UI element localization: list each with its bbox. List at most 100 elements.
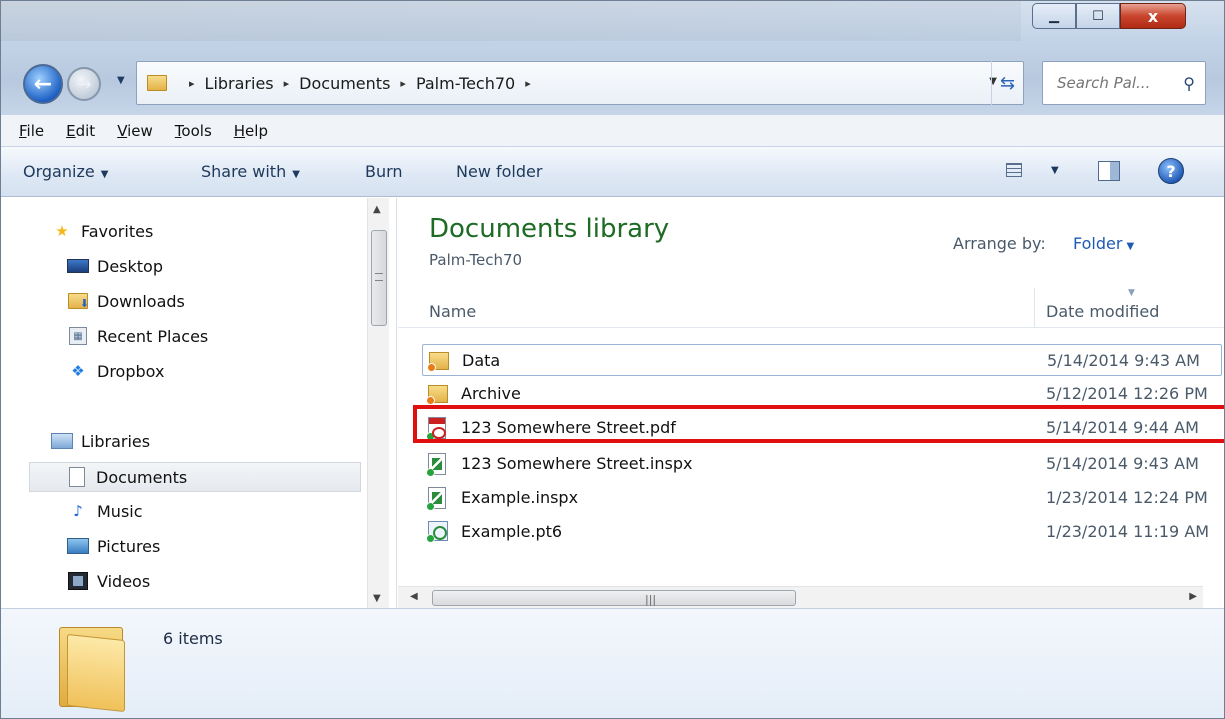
back-button[interactable]: ← — [23, 64, 63, 104]
file-date: 1/23/2014 11:19 AM — [1046, 522, 1210, 541]
scroll-down-arrow-icon[interactable]: ▼ — [373, 593, 381, 604]
view-options-dropdown-icon[interactable]: ▼ — [1051, 165, 1059, 176]
details-pane: 6 items — [1, 608, 1224, 718]
scroll-up-arrow-icon[interactable]: ▲ — [373, 204, 381, 215]
navigation-pane: ★ Favorites Desktop ⬇ Downloads ▦ Recent… — [1, 198, 397, 608]
nav-item-desktop[interactable]: Desktop — [67, 253, 163, 279]
desktop-icon — [67, 256, 89, 276]
nav-item-label: Pictures — [97, 536, 161, 556]
minimize-button[interactable]: ▁ — [1032, 3, 1076, 29]
burn-button[interactable]: Burn — [365, 162, 403, 181]
nav-item-recent-places[interactable]: ▦ Recent Places — [67, 323, 208, 349]
file-row[interactable]: Example.pt6 1/23/2014 11:19 AM — [422, 516, 1222, 548]
pictures-icon — [67, 536, 89, 556]
breadcrumb-libraries[interactable]: Libraries — [205, 74, 274, 93]
breadcrumb-separator[interactable]: ▸ — [400, 77, 406, 90]
chevron-down-icon: ▼ — [100, 169, 109, 180]
item-count: 6 items — [163, 629, 223, 648]
share-with-button[interactable]: Share with ▼ — [201, 162, 300, 181]
libraries-icon — [51, 431, 73, 451]
file-row[interactable]: 123 Somewhere Street.inspx 5/14/2014 9:4… — [422, 448, 1222, 480]
chevron-down-icon: ▼ — [292, 169, 300, 180]
background-blur — [1, 1, 1021, 41]
nav-item-videos[interactable]: Videos — [67, 568, 150, 594]
maximize-button[interactable]: ☐ — [1076, 3, 1120, 29]
help-icon[interactable]: ? — [1158, 158, 1184, 184]
nav-item-label: Dropbox — [97, 361, 165, 381]
scroll-left-arrow-icon[interactable]: ◀ — [410, 591, 418, 602]
chevron-down-icon: ▼ — [1126, 241, 1135, 252]
burn-label: Burn — [365, 162, 403, 181]
column-header-name[interactable]: Name — [429, 302, 476, 321]
share-with-label: Share with — [201, 162, 287, 181]
preview-pane-icon[interactable] — [1098, 161, 1120, 181]
nav-item-label: Recent Places — [97, 326, 209, 346]
title-bar: ▁ ☐ x ← → ▼ ▸ Libraries ▸ Documents ▸ Pa… — [1, 1, 1224, 115]
nav-scrollbar[interactable]: ▲ ▼ — [367, 198, 389, 608]
address-bar[interactable]: ▸ Libraries ▸ Documents ▸ Palm-Tech70 ▸ … — [136, 61, 1024, 105]
recent-places-icon: ▦ — [67, 326, 89, 346]
nav-item-music[interactable]: ♪ Music — [67, 498, 143, 524]
nav-item-label: Music — [97, 501, 143, 521]
forward-button[interactable]: → — [67, 67, 101, 101]
file-row[interactable]: Example.inspx 1/23/2014 12:24 PM — [422, 482, 1222, 514]
nav-scroll-thumb[interactable] — [371, 230, 387, 326]
menu-edit[interactable]: Edit — [66, 122, 95, 140]
horizontal-scroll-thumb[interactable]: ||| — [432, 590, 796, 606]
scroll-right-arrow-icon[interactable]: ▶ — [1189, 591, 1197, 602]
file-name: Example.inspx — [461, 488, 579, 507]
breadcrumb-palm-tech70[interactable]: Palm-Tech70 — [416, 74, 515, 93]
close-button[interactable]: x — [1120, 3, 1186, 29]
arrange-by-value: Folder — [1073, 234, 1123, 253]
search-input[interactable] — [1055, 73, 1165, 93]
menu-tools[interactable]: Tools — [175, 122, 212, 140]
breadcrumb-separator[interactable]: ▸ — [189, 77, 195, 90]
library-subtitle: Palm-Tech70 — [429, 251, 523, 269]
search-box[interactable]: ⚲ — [1042, 61, 1206, 105]
menu-file-label: ile — [26, 121, 45, 140]
dropbox-icon: ❖ — [71, 362, 85, 380]
inspx-file-icon — [426, 487, 450, 511]
file-list-pane: Documents library Palm-Tech70 Arrange by… — [398, 198, 1224, 608]
refresh-icon[interactable]: ⇆ — [991, 61, 1023, 105]
arrange-by-dropdown[interactable]: Folder ▼ — [1073, 234, 1134, 253]
forward-arrow-icon: → — [76, 73, 92, 95]
nav-item-downloads[interactable]: ⬇ Downloads — [67, 288, 185, 314]
file-row[interactable]: Data 5/14/2014 9:43 AM — [422, 344, 1222, 376]
organize-label: Organize — [23, 162, 95, 181]
menu-file[interactable]: File — [19, 122, 44, 140]
nav-favorites[interactable]: ★ Favorites — [51, 218, 153, 244]
search-icon[interactable]: ⚲ — [1183, 74, 1195, 93]
menu-view[interactable]: View — [117, 122, 153, 140]
nav-item-documents[interactable]: Documents — [29, 462, 361, 492]
nav-libraries[interactable]: Libraries — [51, 428, 150, 454]
column-divider[interactable] — [1034, 288, 1035, 328]
grip-icon — [375, 273, 383, 281]
menu-help[interactable]: Help — [234, 122, 268, 140]
nav-item-pictures[interactable]: Pictures — [67, 533, 160, 559]
nav-item-dropbox[interactable]: ❖ Dropbox — [67, 358, 164, 384]
videos-icon — [67, 571, 89, 591]
column-header-date-modified[interactable]: Date modified — [1046, 302, 1159, 321]
window-controls: ▁ ☐ x — [1032, 3, 1186, 33]
horizontal-scrollbar[interactable]: ◀ ||| ▶ — [398, 586, 1203, 608]
new-folder-button[interactable]: New folder — [456, 162, 542, 181]
nav-libraries-label: Libraries — [81, 431, 151, 451]
breadcrumb-documents[interactable]: Documents — [299, 74, 390, 93]
arrange-by-label: Arrange by: — [953, 234, 1046, 253]
breadcrumb: ▸ Libraries ▸ Documents ▸ Palm-Tech70 ▸ — [179, 74, 541, 93]
organize-button[interactable]: Organize ▼ — [23, 162, 108, 181]
menu-view-label: iew — [127, 121, 153, 140]
recent-pages-dropdown[interactable]: ▼ — [117, 75, 125, 86]
explorer-window: ▁ ☐ x ← → ▼ ▸ Libraries ▸ Documents ▸ Pa… — [0, 0, 1225, 719]
change-view-icon[interactable] — [1006, 163, 1022, 177]
menu-tools-label: ools — [181, 121, 212, 140]
sort-indicator-icon: ▼ — [1128, 288, 1135, 298]
breadcrumb-separator[interactable]: ▸ — [525, 77, 531, 90]
command-bar: Organize ▼ Share with ▼ Burn New folder ▼ … — [1, 147, 1224, 197]
new-folder-label: New folder — [456, 162, 543, 181]
file-date: 5/14/2014 9:43 AM — [1047, 351, 1200, 370]
folder-sync-icon — [426, 383, 450, 405]
column-header-row: Name ▼ Date modified — [398, 288, 1224, 328]
breadcrumb-separator[interactable]: ▸ — [284, 77, 290, 90]
